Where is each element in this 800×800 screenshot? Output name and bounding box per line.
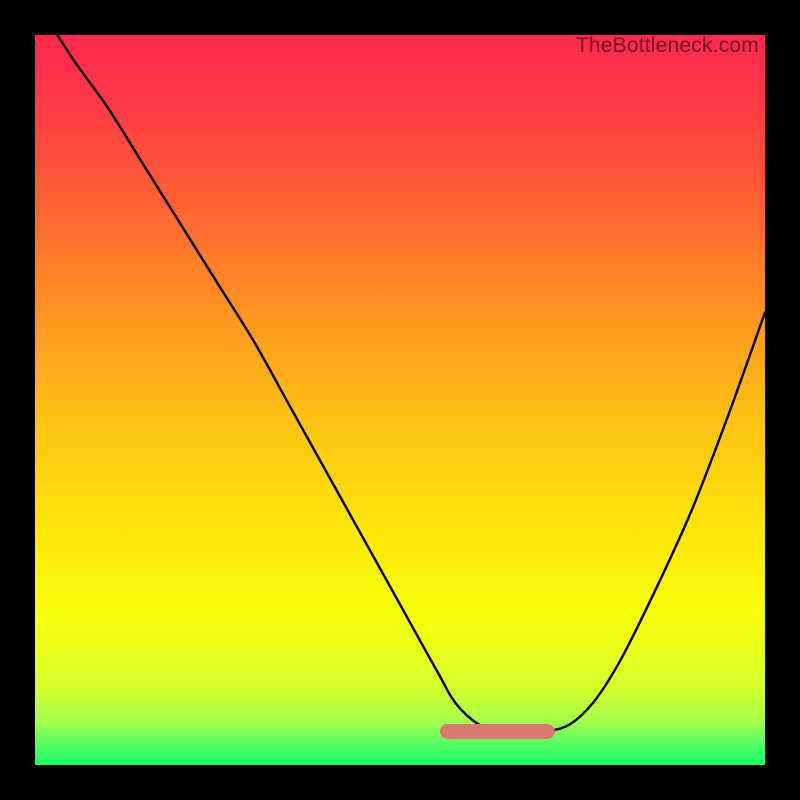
plot-area: TheBottleneck.com (35, 35, 765, 765)
watermark: TheBottleneck.com (576, 35, 759, 58)
bottleneck-curve (35, 35, 765, 765)
optimal-range-highlight (440, 724, 555, 739)
chart-frame: TheBottleneck.com (0, 0, 800, 800)
